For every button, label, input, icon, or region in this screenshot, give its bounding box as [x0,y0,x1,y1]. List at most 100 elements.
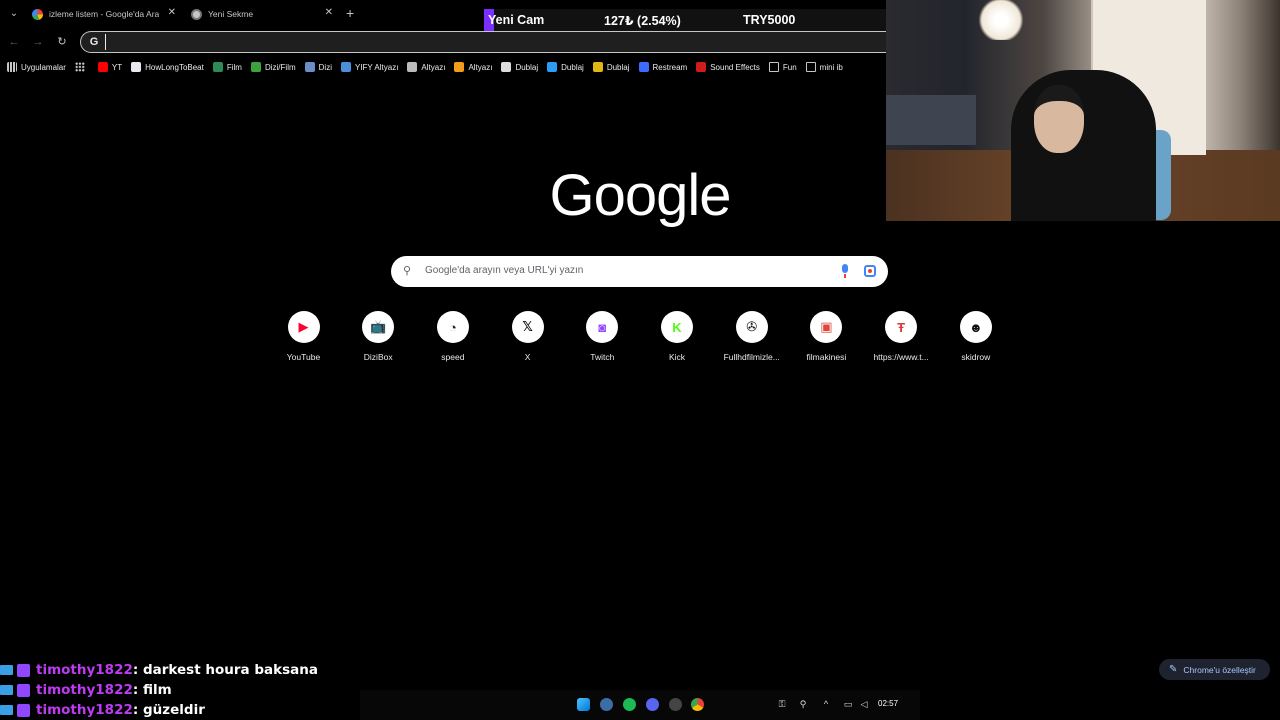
bookmark-item[interactable]: Film [212,62,242,72]
bookmark-item[interactable] [74,62,89,72]
search-box[interactable]: ⚲ Google'da arayın veya URL'yi yazın [391,256,888,287]
tray-icon[interactable]: ⚿ [776,698,788,710]
tab-active[interactable]: Yeni Sekme ✕ [191,4,333,24]
bookmark-item[interactable]: YIFY Altyazı [340,62,398,72]
grid-icon [74,62,85,72]
bookmark-label: Dizi [318,62,332,72]
usb-icon[interactable]: ⚲ [797,698,809,710]
shortcut-tile[interactable]: 𝕏X [490,311,565,362]
close-icon[interactable]: ✕ [325,7,333,18]
chat-username: timothy1822 [36,682,133,698]
settings-app-icon[interactable] [600,698,613,711]
shortcut-label: skidrow [961,352,991,362]
chat-overlay: timothy1822: darkest houra baksana timoth… [0,660,360,720]
shortcut-tile[interactable]: ▣ filmakinesi [789,311,864,362]
address-input[interactable] [105,34,805,50]
shortcut-tile[interactable]: 📺 DiziBox [341,311,416,362]
subscriber-badge-icon [0,665,13,675]
bookmark-item[interactable]: YT [97,62,122,72]
bookmark-item[interactable]: Dublaj [547,62,584,72]
chat-username: timothy1822 [36,702,133,718]
bookmark-label: Dublaj [561,62,584,72]
bookmark-item[interactable]: Uygulamalar [7,62,66,72]
tab-inactive[interactable]: izleme listem - Google'da Ara ✕ [32,4,176,24]
tab-title: Yeni Sekme [208,9,254,19]
clock[interactable]: 02:57 [878,699,898,708]
bookmark-label: Dublaj [606,62,630,72]
shortcut-label: speed [441,352,465,362]
customize-chrome-button[interactable]: ✎ Chrome'u özelleştir [1159,659,1270,680]
search-placeholder: Google'da arayın veya URL'yi yazın [425,265,584,276]
yify-icon [340,62,351,72]
windows-start-icon[interactable] [577,698,590,711]
shortcut-tile[interactable]: K Kick [640,311,715,362]
bookmark-item[interactable]: Sound Effects [696,62,760,72]
chat-text: darkest houra baksana [142,662,318,678]
reload-button[interactable]: ↻ [54,34,70,50]
google-lens-icon[interactable] [864,265,876,277]
chat-separator: : [132,662,143,678]
back-button[interactable]: ← [6,34,22,50]
chevron-up-icon[interactable]: ^ [820,698,832,710]
dublaj-blue-icon [547,62,558,72]
chat-message: timothy1822: film [0,680,360,700]
chat-separator: : [132,702,143,718]
filmakinesi-icon: ▣ [810,311,843,343]
network-icon[interactable]: ▭ [842,698,854,710]
shortcut-tile[interactable]: ◙ Twitch [565,311,640,362]
ticker-name: Yeni Cam [488,13,545,27]
google-logo: Google [549,163,731,228]
address-bar[interactable]: G [80,31,886,53]
bookmark-item[interactable]: Dublaj [501,62,538,72]
bookmark-item[interactable]: Altyazı [407,62,445,72]
lamp [976,0,1026,40]
sound-effects-icon [696,62,707,72]
subscriber-badge-icon [0,705,13,715]
tab-search-button[interactable]: ⌄ [6,6,22,22]
shortcut-label: Fullhdfilmizle... [723,352,780,362]
dublaj-yellow-icon [592,62,603,72]
site-logo-icon: Ŧ [885,311,918,343]
bed [886,95,976,145]
app-icon[interactable] [669,698,682,711]
dizifilm-icon [250,62,261,72]
chrome-taskbar-icon[interactable] [691,698,704,711]
shortcut-tile[interactable]: ◔ speed [415,311,490,362]
close-icon[interactable]: ✕ [168,7,176,18]
dizi-icon [304,62,315,72]
bookmark-item[interactable]: mini ib [805,62,843,72]
twitch-icon: ◙ [586,311,619,343]
twitch-badge-icon [17,663,30,677]
film-icon [212,62,223,72]
folder-icon [805,62,816,72]
bookmark-item[interactable]: Restream [638,62,688,72]
streamer-head [1034,85,1084,153]
shortcut-label: filmakinesi [806,352,847,362]
bookmark-label: Restream [652,62,688,72]
bookmark-item[interactable]: Fun [768,62,797,72]
shortcut-tile[interactable]: Ŧhttps://www.t... [864,311,939,362]
discord-icon[interactable] [646,698,659,711]
forward-button[interactable]: → [30,34,46,50]
chat-message: timothy1822: güzeldir [0,700,360,720]
bookmark-item[interactable]: Dublaj [592,62,630,72]
twitch-badge-icon [17,683,30,697]
customize-label: Chrome'u özelleştir [1183,664,1256,675]
bookmark-item[interactable]: Altyazı [454,62,492,72]
shortcut-label: YouTube [286,352,321,362]
shortcut-tile[interactable]: ✇ Fullhdfilmizle... [714,311,789,362]
bookmark-item[interactable]: HowLongToBeat [131,62,204,72]
spotify-icon[interactable] [623,698,636,711]
microphone-icon[interactable] [841,264,849,278]
chat-separator: : [132,682,143,698]
bookmark-label: Altyazı [421,62,446,72]
new-tab-button[interactable]: + [346,5,354,21]
shortcut-tile[interactable]: ▶ YouTube [266,311,341,362]
volume-icon[interactable]: ◁ [858,698,870,710]
bookmark-item[interactable]: Dizi [304,62,332,72]
film-reel-icon: ✇ [735,311,768,343]
bookmark-item[interactable]: Dizi/Film [250,62,296,72]
skidrow-icon: ☻ [959,311,992,343]
browser-toolbar: ← → ↻ G [0,28,886,56]
shortcut-tile[interactable]: ☻ skidrow [938,311,1013,362]
